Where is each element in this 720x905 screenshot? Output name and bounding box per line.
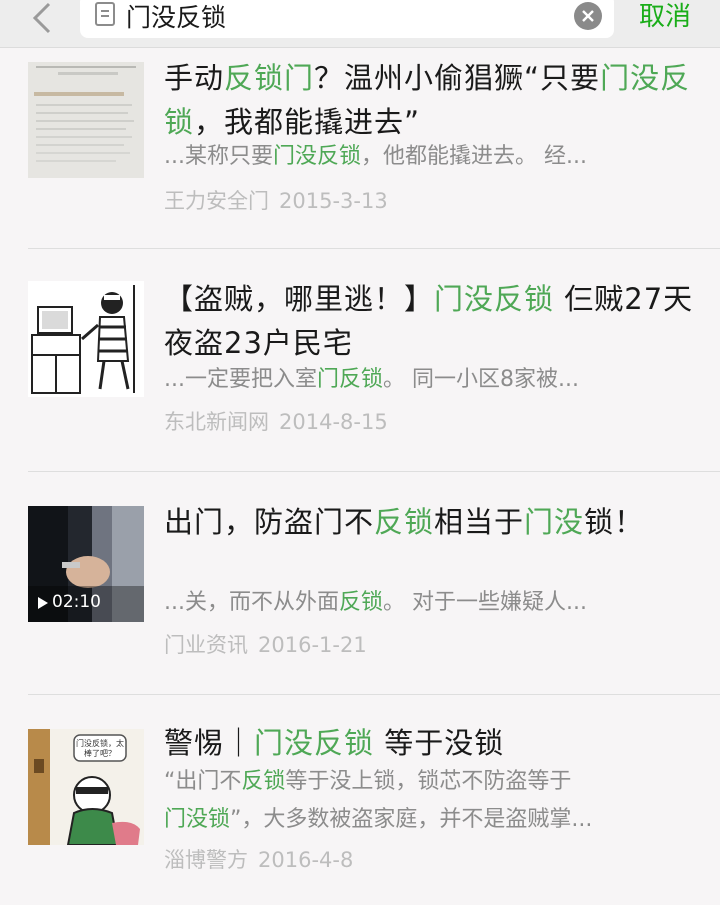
title-text: 相当于 <box>434 505 525 539</box>
snippet-text: ...某称只要 <box>164 144 273 169</box>
result-meta: 王力安全门 2015-3-13 <box>164 186 704 216</box>
snippet-text: ”，大多数被盗家庭，并不是盗贼掌... <box>230 807 593 832</box>
result-title[interactable]: 出门，防盗门不反锁相当于门没锁！ <box>164 500 704 544</box>
snippet-text: ...关，而不从外面 <box>164 590 339 615</box>
result-meta: 淄博警方 2016-4-8 <box>164 845 704 875</box>
result-source: 淄博警方 <box>164 848 248 872</box>
result-snippet: ...某称只要门没反锁，他都能撬进去。 经... <box>164 142 704 172</box>
result-item[interactable]: 【盗贼，哪里逃！】门没反锁 仨贼27天夜盗23户民宅 ...一定要把入室门反锁。… <box>0 249 720 471</box>
title-highlight: 门没反锁 <box>434 282 555 316</box>
back-button[interactable] <box>22 0 62 40</box>
video-duration: 02:10 <box>52 592 101 612</box>
result-title[interactable]: 【盗贼，哪里逃！】门没反锁 仨贼27天夜盗23户民宅 <box>164 277 704 365</box>
snippet-text: ...一定要把入室 <box>164 367 317 392</box>
snippet-text: ，他都能撬进去。 经... <box>361 144 587 169</box>
search-header: 门没反锁 取消 <box>0 0 720 48</box>
video-thumbnail[interactable]: 02:10 <box>28 506 144 622</box>
result-snippet: “出门不反锁等于没上锁，锁芯不防盗等于 <box>164 767 704 797</box>
title-text: 警惕｜ <box>164 726 255 760</box>
result-snippet: ...关，而不从外面反锁。 对于一些嫌疑人... <box>164 588 704 618</box>
snippet-text: 。 对于一些嫌疑人... <box>383 590 587 615</box>
title-text: ？温州小偷猖獗“只要 <box>314 61 601 95</box>
result-date: 2014-8-15 <box>279 410 388 434</box>
play-icon <box>38 597 48 609</box>
document-icon <box>95 2 115 26</box>
snippet-text: “出门不 <box>164 769 242 794</box>
result-source: 门业资讯 <box>164 633 248 657</box>
result-date: 2016-1-21 <box>258 633 367 657</box>
result-title[interactable]: 警惕｜门没反锁 等于没锁 <box>164 721 704 765</box>
title-text: 等于没锁 <box>374 726 505 760</box>
title-highlight: 门没反锁 <box>254 726 375 760</box>
result-meta: 东北新闻网 2014-8-15 <box>164 407 704 437</box>
search-query-text: 门没反锁 <box>126 3 227 32</box>
speech-bubble-text: 门没反锁，太棒了吧？ <box>76 739 124 758</box>
result-source: 东北新闻网 <box>164 410 269 434</box>
result-item[interactable]: 手动反锁门？温州小偷猖獗“只要门没反锁，我都能撬进去” ...某称只要门没反锁，… <box>0 48 720 248</box>
result-thumbnail <box>28 62 144 178</box>
cancel-button[interactable]: 取消 <box>639 0 691 33</box>
title-highlight: 反锁 <box>374 505 435 539</box>
snippet-highlight: 门没锁 <box>164 807 231 832</box>
result-source: 王力安全门 <box>164 189 269 213</box>
result-snippet-line2: 门没锁”，大多数被盗家庭，并不是盗贼掌... <box>164 805 704 835</box>
snippet-highlight: 反锁 <box>338 590 383 615</box>
title-highlight: 门没 <box>524 505 585 539</box>
result-date: 2016-4-8 <box>258 848 354 872</box>
title-text: 锁！ <box>584 505 645 539</box>
result-date: 2015-3-13 <box>279 189 388 213</box>
result-title[interactable]: 手动反锁门？温州小偷猖獗“只要门没反锁，我都能撬进去” <box>164 56 704 144</box>
clear-search-button[interactable] <box>574 2 602 30</box>
snippet-text: 等于没上锁，锁芯不防盗等于 <box>285 769 572 794</box>
snippet-text: 。 同一小区8家被... <box>383 367 579 392</box>
result-item[interactable]: 02:10 出门，防盗门不反锁相当于门没锁！ ...关，而不从外面反锁。 对于一… <box>0 472 720 694</box>
title-text: 【盗贼，哪里逃！】 <box>164 282 435 316</box>
title-text: ，我都能撬进去” <box>194 105 421 139</box>
result-item[interactable]: 门没反锁，太棒了吧？ 警惕｜门没反锁 等于没锁 “出门不反锁等于没上锁，锁芯不防… <box>0 695 720 905</box>
search-input[interactable]: 门没反锁 <box>80 0 614 38</box>
result-snippet: ...一定要把入室门反锁。 同一小区8家被... <box>164 365 704 395</box>
title-highlight: 反锁门 <box>224 61 315 95</box>
result-thumbnail: 门没反锁，太棒了吧？ <box>28 729 144 845</box>
close-icon <box>582 10 594 22</box>
snippet-highlight: 反锁 <box>241 769 286 794</box>
snippet-highlight: 门没反锁 <box>272 144 361 169</box>
result-meta: 门业资讯 2016-1-21 <box>164 630 704 660</box>
title-text: 手动 <box>164 61 225 95</box>
chevron-left-icon <box>32 2 51 34</box>
title-text: 出门，防盗门不 <box>164 505 375 539</box>
result-thumbnail <box>28 281 144 397</box>
snippet-highlight: 门反锁 <box>316 367 383 392</box>
